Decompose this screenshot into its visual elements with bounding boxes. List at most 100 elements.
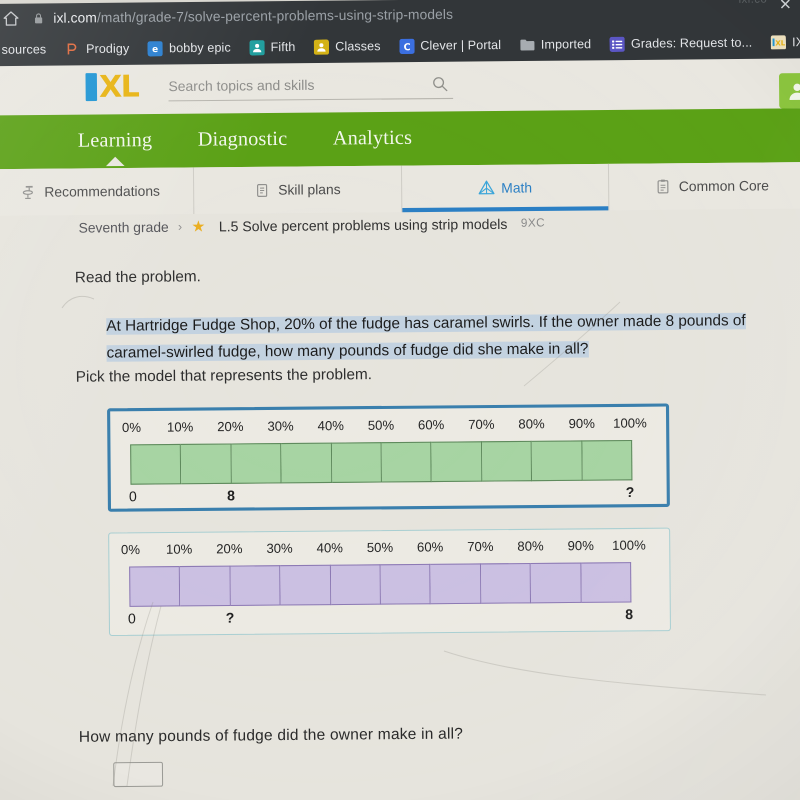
search-icon[interactable]: [431, 75, 449, 93]
strip-value-label: 8: [226, 487, 235, 504]
bookmark-label: Prodigy: [85, 41, 130, 57]
strip-cell: [130, 443, 182, 485]
bookmark-label: Imported: [540, 36, 592, 52]
tab-recommendations[interactable]: Recommendations: [0, 167, 195, 216]
strip-cell: [181, 443, 232, 485]
nav-item-analytics[interactable]: Analytics: [333, 127, 412, 150]
primary-nav: Learning Diagnostic Analytics: [0, 108, 800, 170]
percent-label-row: 0% 10% 20% 30% 40% 50% 60% 70% 80% 90% 100%: [121, 416, 659, 439]
percent-tick-label: 70%: [467, 539, 494, 555]
bookmark-label: Clever | Portal: [420, 37, 502, 53]
percent-tick-label: 100%: [612, 538, 646, 553]
bookmark-prodigy[interactable]: Prodigy: [55, 41, 138, 57]
percent-tick-label: 90%: [568, 416, 595, 432]
strip-value-label: 8: [625, 606, 634, 623]
skill-plans-icon: [254, 181, 271, 199]
strip-cell: [280, 564, 331, 606]
percent-tick-label: 60%: [416, 539, 444, 555]
user-avatar-icon: [788, 83, 800, 100]
percent-tick-label: 80%: [517, 539, 544, 554]
percent-tick-label: 30%: [267, 419, 294, 434]
nav-item-learning[interactable]: Learning: [78, 130, 153, 153]
bookmark-ixl-monroe-middle[interactable]: XL IXL - Monroe Middle...: [761, 33, 800, 50]
final-question-text: How many pounds of fudge did the owner m…: [78, 725, 464, 746]
strip-cell: [481, 440, 533, 482]
percent-tick-label: 20%: [216, 541, 243, 557]
pick-the-model-label: Pick the model that represents the probl…: [75, 366, 373, 386]
bookmark-bobby-epic[interactable]: e bobby epic: [138, 40, 240, 56]
bookmark-fifth[interactable]: Fifth: [240, 39, 305, 55]
strip-cell: [431, 441, 483, 483]
breadcrumb: Seventh grade › ★ L.5 Solve percent prob…: [78, 212, 545, 239]
bookmark-label: IXL - Monroe Middle...: [792, 34, 800, 50]
search-bar[interactable]: [168, 69, 454, 102]
tab-common-core[interactable]: Common Core: [609, 162, 800, 210]
bookmark-sources[interactable]: sources: [0, 42, 56, 57]
prodigy-icon: [65, 41, 80, 56]
user-avatar-button[interactable]: [778, 73, 800, 109]
skill-code: 9XC: [520, 217, 546, 230]
tab-label: Math: [501, 180, 533, 196]
strip-cell: [331, 442, 383, 483]
bookmark-label: sources: [1, 42, 47, 57]
answer-input[interactable]: [113, 761, 164, 788]
strip-cell: [480, 562, 532, 604]
star-icon[interactable]: ★: [191, 218, 205, 236]
strip-model-bar: [130, 439, 633, 485]
search-input[interactable]: [168, 76, 432, 95]
model-option-2[interactable]: 0% 10% 20% 30% 40% 50% 60% 70% 80% 90% 100% 0? 8: [108, 527, 672, 637]
nav-item-diagnostic[interactable]: Diagnostic: [198, 128, 288, 152]
list-icon: [609, 36, 625, 52]
model-option-1[interactable]: 0% 10% 20% 30% 40% 50% 60% 70% 80% 90% 100% 0 8?: [107, 403, 670, 512]
home-icon[interactable]: [2, 10, 20, 28]
tab-label: Common Core: [678, 177, 770, 195]
bookmark-classes[interactable]: Classes: [305, 38, 390, 55]
percent-tick-label: 10%: [166, 419, 194, 435]
bookmark-label: Fifth: [270, 39, 296, 55]
strip-cell: [180, 565, 231, 607]
folder-icon: [519, 37, 535, 52]
screenshot-root: ixl.com/math/grade-7/solve-percent-probl…: [0, 0, 800, 800]
clever-icon: C: [398, 38, 415, 54]
bookmark-imported[interactable]: Imported: [510, 36, 600, 52]
url-host: ixl.com: [53, 10, 97, 26]
percent-tick-label: 50%: [366, 540, 394, 556]
percent-tick-label: 40%: [317, 418, 344, 434]
close-icon[interactable]: ✕: [779, 0, 792, 14]
strip-cell: [531, 440, 583, 482]
tab-math[interactable]: Math: [401, 163, 610, 213]
breadcrumb-grade[interactable]: Seventh grade: [78, 219, 168, 235]
percent-tick-label: 0%: [121, 420, 142, 436]
percent-tick-label: 20%: [217, 419, 244, 435]
tab-label: Recommendations: [44, 183, 161, 200]
classroom-icon: [249, 39, 265, 55]
logo-i-block: [85, 72, 98, 101]
breadcrumb-skill-title: L.5 Solve percent problems using strip m…: [218, 215, 508, 234]
strip-cell: [380, 563, 432, 605]
tab-title-partial: ixl.co: [739, 0, 768, 6]
strip-cell: [381, 441, 433, 483]
strip-cell: [330, 564, 381, 606]
strip-cell: [230, 565, 281, 606]
svg-text:C: C: [403, 42, 410, 53]
ixl-logo[interactable]: XL: [85, 68, 138, 104]
strip-cell: [281, 442, 332, 484]
bookmark-clever-portal[interactable]: C Clever | Portal: [390, 37, 511, 54]
bookmark-label: Grades: Request to...: [630, 35, 753, 51]
strip-value-label: 0: [127, 610, 136, 627]
problem-statement: At Hartridge Fudge Shop, 20% of the fudg…: [106, 307, 764, 367]
math-prism-icon: [477, 179, 495, 197]
classroom-icon: [313, 38, 330, 55]
percent-label-row: 0% 10% 20% 30% 40% 50% 60% 70% 80% 90% 100%: [121, 538, 658, 561]
question-content: Read the problem. At Hartridge Fudge Sho…: [0, 257, 800, 788]
tab-skill-plans[interactable]: Skill plans: [194, 165, 402, 215]
value-label-row: 0 8?: [124, 484, 659, 509]
url-text: ixl.com/math/grade-7/solve-percent-probl…: [53, 7, 453, 26]
value-label-row: 0? 8: [123, 606, 658, 631]
read-the-problem-label: Read the problem.: [74, 268, 201, 287]
common-core-icon: [655, 178, 672, 196]
svg-text:e: e: [152, 44, 158, 54]
strip-cell: [129, 566, 181, 607]
tab-label: Skill plans: [278, 181, 341, 198]
bookmark-grades-request-to[interactable]: Grades: Request to...: [600, 35, 761, 52]
